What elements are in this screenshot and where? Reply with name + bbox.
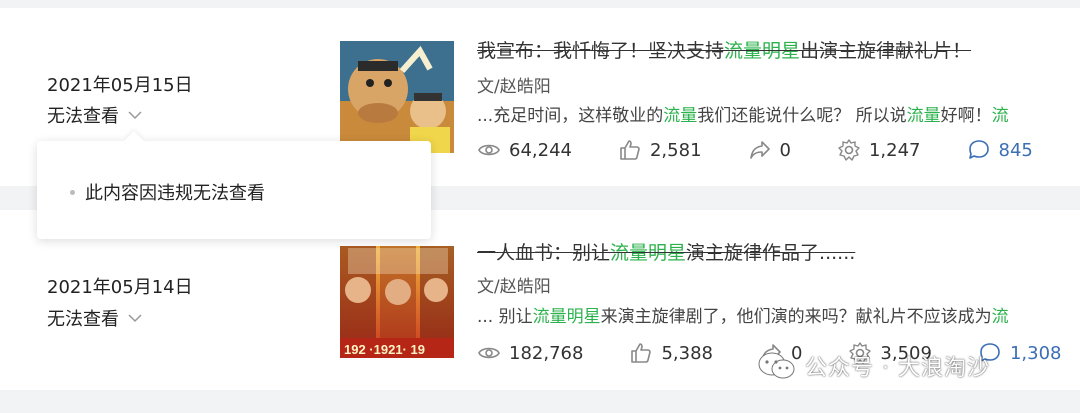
comment-icon: [968, 140, 989, 159]
article-author: 文/赵皓阳: [477, 277, 551, 297]
chevron-down-icon: [128, 314, 142, 323]
article-excerpt: ... 别让流量明星来演主旋律剧了，他们演的来吗？献礼片不应该成为流: [477, 307, 1009, 327]
comments-count: 1,308: [1009, 342, 1062, 364]
svg-text:192 ·1921· 19: 192 ·1921· 19: [344, 342, 425, 357]
watermark-text: 公众号 · 大浪淘沙: [805, 356, 990, 381]
article-stats: 64,244 2,581 0 1,247 845: [477, 138, 1080, 162]
views-count: 64,244: [509, 139, 572, 161]
views-stat: 182,768: [477, 341, 583, 365]
wechat-icon: [758, 352, 795, 379]
share-icon: [749, 141, 770, 159]
gear-icon: [838, 139, 860, 161]
violation-popup: 此内容因违规无法查看: [37, 131, 431, 239]
article-date: 2021年05月14日: [47, 277, 193, 298]
article-thumbnail[interactable]: [340, 41, 454, 153]
favorites-count: 1,247: [868, 139, 921, 161]
article-date: 2021年05月15日: [47, 75, 193, 96]
status-dropdown[interactable]: 无法查看: [47, 305, 143, 331]
thumbs-up-icon: [631, 343, 652, 363]
eye-icon: [478, 144, 500, 156]
status-label: 无法查看: [47, 106, 119, 127]
article-excerpt: ...充足时间，这样敬业的流量我们还能说什么呢？ 所以说流量好啊！流: [477, 106, 1009, 126]
bullet-dot: [70, 189, 75, 195]
views-count: 182,768: [509, 342, 584, 364]
thumbs-up-icon: [620, 140, 640, 160]
popup-message-text: 此内容因违规无法查看: [85, 183, 265, 204]
wechat-watermark: 公众号 · 大浪淘沙: [757, 350, 990, 382]
likes-stat[interactable]: 5,388: [629, 341, 713, 365]
chevron-down-icon: [128, 111, 142, 120]
status-label: 无法查看: [47, 309, 119, 330]
article-title[interactable]: 我宣布：我忏悔了！坚决支持流量明星出演主旋律献礼片！: [477, 36, 971, 63]
shares-stat[interactable]: 0: [748, 138, 791, 162]
views-stat: 64,244: [477, 138, 572, 162]
favorites-stat[interactable]: 1,247: [837, 138, 921, 162]
likes-count: 2,581: [649, 139, 702, 161]
article-title[interactable]: 一人血书：别让流量明星演主旋律作品了......: [477, 238, 855, 265]
status-dropdown[interactable]: 无法查看: [47, 102, 143, 128]
likes-stat[interactable]: 2,581: [618, 138, 702, 162]
popup-message: 此内容因违规无法查看: [70, 179, 265, 205]
article-author: 文/赵皓阳: [477, 77, 551, 97]
comments-stat[interactable]: 1,308: [978, 341, 1062, 365]
likes-count: 5,388: [661, 342, 713, 364]
comments-stat[interactable]: 845: [967, 138, 1033, 162]
article-thumbnail[interactable]: 192 ·1921· 19: [340, 246, 454, 358]
shares-count: 0: [779, 139, 791, 161]
eye-icon: [478, 347, 500, 359]
comments-count: 845: [998, 139, 1033, 161]
